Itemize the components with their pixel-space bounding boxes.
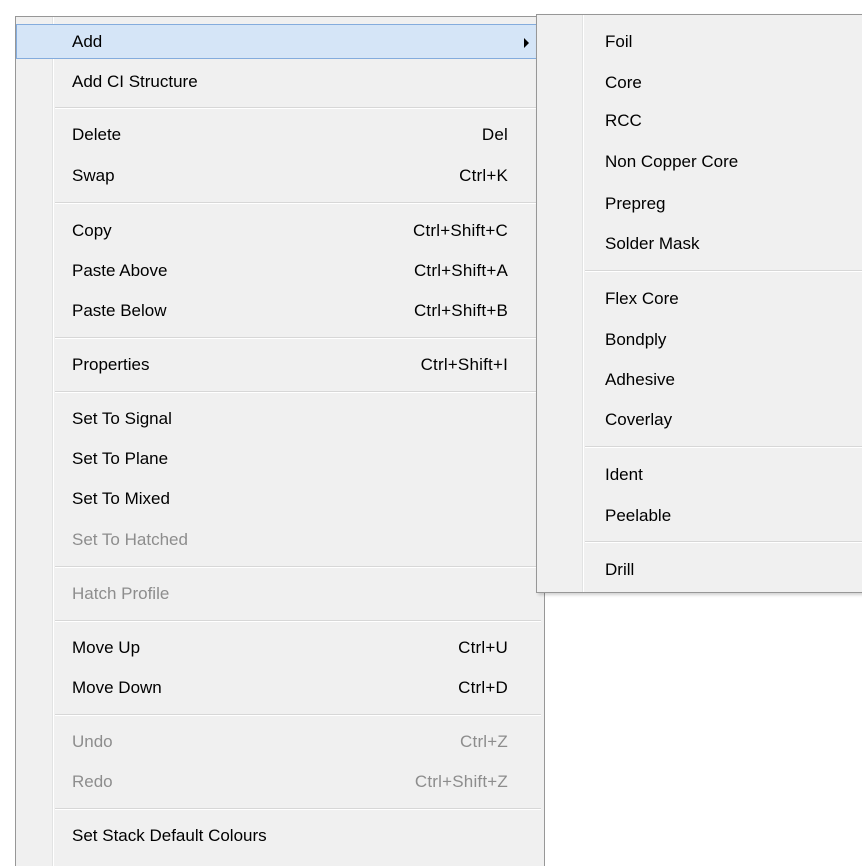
menu-item-shortcut: Ctrl+K bbox=[459, 166, 508, 185]
menu-item-shortcut: Ctrl+Shift+A bbox=[413, 261, 508, 280]
menu-item-label: Move Up bbox=[72, 638, 141, 657]
menu-separator bbox=[55, 620, 541, 622]
menu-item-set-to-plane[interactable]: Set To Plane bbox=[16, 441, 544, 476]
submenu-item-label: Ident bbox=[605, 465, 643, 484]
chevron-right-icon bbox=[524, 38, 529, 48]
submenu-separator bbox=[585, 270, 862, 272]
menu-item-shortcut: Ctrl+Shift+B bbox=[413, 301, 508, 320]
menu-separator bbox=[55, 808, 541, 810]
submenu-item-label: Adhesive bbox=[605, 370, 675, 389]
menu-item-shortcut: Ctrl+Z bbox=[460, 732, 508, 751]
menu-item-label: Set To Signal bbox=[72, 409, 172, 428]
submenu-item-drill[interactable]: Drill bbox=[540, 552, 862, 587]
submenu-item-solder-mask[interactable]: Solder Mask bbox=[540, 226, 862, 261]
submenu-item-ident[interactable]: Ident bbox=[540, 457, 862, 492]
menu-item-shortcut: Ctrl+Shift+I bbox=[420, 355, 508, 374]
menu-item-label: Move Down bbox=[72, 678, 162, 697]
menu-item-label: Add CI Structure bbox=[72, 72, 198, 91]
submenu-item-rcc[interactable]: RCC bbox=[540, 103, 862, 138]
submenu-item-core[interactable]: Core bbox=[540, 65, 862, 100]
menu-item-shortcut: Ctrl+D bbox=[458, 678, 508, 697]
menu-item-move-down[interactable]: Move Down Ctrl+D bbox=[16, 670, 544, 705]
menu-item-delete[interactable]: Delete Del bbox=[16, 117, 544, 152]
submenu-item-peelable[interactable]: Peelable bbox=[540, 498, 862, 533]
menu-item-copy[interactable]: Copy Ctrl+Shift+C bbox=[16, 213, 544, 248]
menu-item-label: Set To Hatched bbox=[72, 530, 188, 549]
menu-item-paste-above[interactable]: Paste Above Ctrl+Shift+A bbox=[16, 253, 544, 288]
menu-item-label: Set To Plane bbox=[72, 449, 169, 468]
menu-item-paste-below[interactable]: Paste Below Ctrl+Shift+B bbox=[16, 293, 544, 328]
context-menu: Add Add CI Structure Delete Del Swap Ctr… bbox=[15, 16, 545, 866]
submenu-item-label: RCC bbox=[605, 111, 642, 130]
submenu-separator bbox=[585, 446, 862, 448]
submenu-item-label: Bondply bbox=[605, 330, 667, 349]
menu-item-shortcut: Ctrl+Shift+C bbox=[413, 221, 508, 240]
menu-separator bbox=[55, 337, 541, 339]
menu-item-label: Properties bbox=[72, 355, 150, 374]
menu-item-label: Hatch Profile bbox=[72, 584, 170, 603]
submenu-separator bbox=[585, 541, 862, 543]
submenu-item-label: Core bbox=[605, 73, 642, 92]
menu-item-redo: Redo Ctrl+Shift+Z bbox=[16, 764, 544, 799]
menu-item-hatch-profile: Hatch Profile bbox=[16, 576, 544, 611]
add-submenu: Foil Core RCC Non Copper Core Prepreg So… bbox=[536, 14, 862, 593]
menu-item-shortcut: Ctrl+U bbox=[458, 638, 508, 657]
menu-item-shortcut: Del bbox=[481, 125, 508, 144]
submenu-item-label: Non Copper Core bbox=[605, 152, 739, 171]
submenu-item-label: Prepreg bbox=[605, 194, 666, 213]
menu-item-set-to-signal[interactable]: Set To Signal bbox=[16, 401, 544, 436]
menu-separator bbox=[55, 202, 541, 204]
submenu-item-label: Foil bbox=[605, 32, 633, 51]
submenu-item-label: Solder Mask bbox=[605, 234, 700, 253]
menu-item-label: Redo bbox=[72, 772, 113, 791]
menu-item-label: Set To Mixed bbox=[72, 489, 170, 508]
menu-item-swap[interactable]: Swap Ctrl+K bbox=[16, 158, 544, 193]
submenu-item-label: Flex Core bbox=[605, 289, 679, 308]
menu-item-set-to-hatched: Set To Hatched bbox=[16, 522, 544, 557]
menu-separator bbox=[55, 107, 541, 109]
menu-item-label: Swap bbox=[72, 166, 115, 185]
menu-item-label: Add bbox=[72, 32, 103, 51]
menu-item-add[interactable]: Add bbox=[16, 24, 544, 59]
submenu-item-bondply[interactable]: Bondply bbox=[540, 322, 862, 357]
menu-separator bbox=[55, 714, 541, 716]
submenu-item-coverlay[interactable]: Coverlay bbox=[540, 402, 862, 437]
submenu-item-foil[interactable]: Foil bbox=[540, 24, 862, 59]
menu-item-add-ci-structure[interactable]: Add CI Structure bbox=[16, 64, 544, 99]
menu-item-label: Paste Above bbox=[72, 261, 168, 280]
submenu-item-label: Drill bbox=[605, 560, 635, 579]
menu-separator bbox=[55, 391, 541, 393]
submenu-item-label: Coverlay bbox=[605, 410, 673, 429]
menu-item-properties[interactable]: Properties Ctrl+Shift+I bbox=[16, 347, 544, 382]
menu-item-label: Paste Below bbox=[72, 301, 167, 320]
menu-item-set-to-mixed[interactable]: Set To Mixed bbox=[16, 481, 544, 516]
menu-item-label: Copy bbox=[72, 221, 112, 240]
menu-separator bbox=[55, 566, 541, 568]
submenu-item-prepreg[interactable]: Prepreg bbox=[540, 186, 862, 221]
menu-item-label: Undo bbox=[72, 732, 113, 751]
menu-item-move-up[interactable]: Move Up Ctrl+U bbox=[16, 630, 544, 665]
menu-item-undo: Undo Ctrl+Z bbox=[16, 724, 544, 759]
menu-item-shortcut: Ctrl+Shift+Z bbox=[414, 772, 508, 791]
submenu-item-label: Peelable bbox=[605, 506, 672, 525]
menu-item-label: Delete bbox=[72, 125, 122, 144]
submenu-item-flex-core[interactable]: Flex Core bbox=[540, 281, 862, 316]
menu-item-set-stack-default-colours[interactable]: Set Stack Default Colours bbox=[16, 818, 544, 853]
submenu-item-adhesive[interactable]: Adhesive bbox=[540, 362, 862, 397]
submenu-item-non-copper-core[interactable]: Non Copper Core bbox=[540, 144, 862, 179]
menu-item-label: Set Stack Default Colours bbox=[72, 826, 267, 845]
